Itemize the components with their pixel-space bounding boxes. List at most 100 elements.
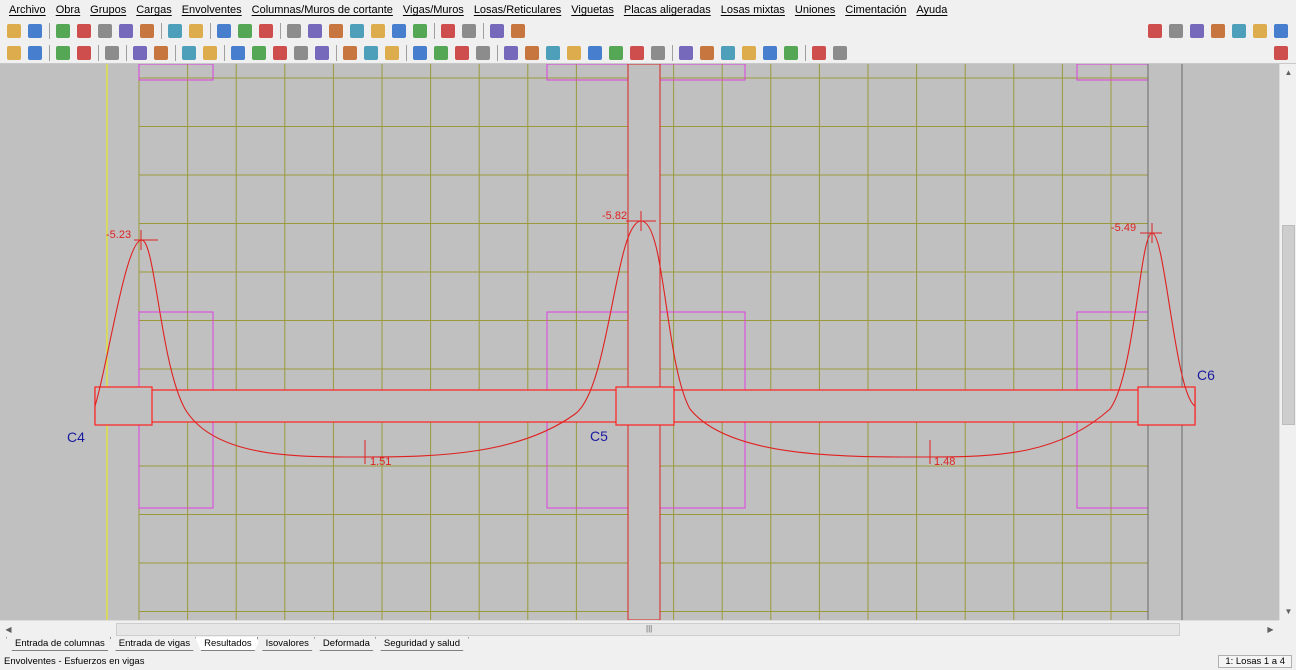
footing-4-icon[interactable] (739, 43, 759, 63)
beam-rebar-6-icon[interactable] (606, 43, 626, 63)
grid-rebar-icon[interactable] (473, 43, 493, 63)
beam-rebar-2-icon[interactable] (522, 43, 542, 63)
column-c4[interactable] (94, 386, 153, 426)
table-icon[interactable] (116, 21, 136, 41)
tab-seguridad-y-salud[interactable]: Seguridad y salud (375, 637, 469, 651)
menu-item-uniones[interactable]: Uniones (790, 0, 840, 20)
beam-rebar-1-icon[interactable] (501, 43, 521, 63)
views-icon[interactable] (4, 43, 24, 63)
menu-item-viguetas[interactable]: Viguetas (566, 0, 619, 20)
column-c5[interactable] (615, 386, 675, 426)
moment-icon[interactable] (270, 43, 290, 63)
menu-item-archivo[interactable]: Archivo (4, 0, 51, 20)
menu-item-columnas-muros-de-cortante[interactable]: Columnas/Muros de cortante (247, 0, 398, 20)
scroll-right-arrow-icon[interactable]: ▶ (1262, 621, 1279, 638)
menu-item-cargas[interactable]: Cargas (131, 0, 176, 20)
tab-isovalores[interactable]: Isovalores (257, 637, 318, 651)
measure-icon[interactable] (459, 21, 479, 41)
zoom-in-icon[interactable] (326, 21, 346, 41)
redraw-icon[interactable] (410, 21, 430, 41)
menu-item-obra[interactable]: Obra (51, 0, 85, 20)
plan-icon[interactable] (382, 43, 402, 63)
stair-icon[interactable] (53, 43, 73, 63)
exit-icon[interactable] (1229, 21, 1249, 41)
menu-item-ayuda[interactable]: Ayuda (911, 0, 952, 20)
drawing-canvas[interactable]: -5.23 -5.82 -5.49 1.51 1.48 C4 C5 C6 (0, 64, 1279, 620)
vertical-scrollbar[interactable]: ▲ ▼ (1279, 64, 1296, 620)
select-icon[interactable] (74, 43, 94, 63)
vertical-scroll-thumb[interactable] (1282, 225, 1295, 425)
box-icon[interactable] (130, 43, 150, 63)
scroll-down-arrow-icon[interactable]: ▼ (1280, 603, 1296, 620)
menu-item-placas-aligeradas[interactable]: Placas aligeradas (619, 0, 716, 20)
footing-1-icon[interactable] (676, 43, 696, 63)
tab-entrada-de-columnas[interactable]: Entrada de columnas (6, 637, 114, 651)
plot-icon[interactable] (1271, 43, 1291, 63)
info-circle-icon[interactable] (312, 43, 332, 63)
beam-rebar-7-icon[interactable] (627, 43, 647, 63)
floor-down-icon[interactable] (256, 21, 276, 41)
zoom-window-icon[interactable] (284, 21, 304, 41)
diagram-icon[interactable] (228, 43, 248, 63)
undo-icon[interactable] (165, 21, 185, 41)
axis-icon[interactable] (508, 21, 528, 41)
zoom-all-icon[interactable] (305, 21, 325, 41)
menu-item-vigas-muros[interactable]: Vigas/Muros (398, 0, 469, 20)
layers-icon[interactable] (438, 21, 458, 41)
horizontal-scrollbar[interactable]: ◀ ||| ▶ (0, 620, 1279, 637)
beam-rebar-3-icon[interactable] (543, 43, 563, 63)
beam-rebar-4-icon[interactable] (564, 43, 584, 63)
beam-rebar-8-icon[interactable] (648, 43, 668, 63)
footing-3-icon[interactable] (718, 43, 738, 63)
3d-view-icon[interactable] (25, 43, 45, 63)
load-icon[interactable] (200, 43, 220, 63)
info-icon[interactable] (102, 43, 122, 63)
footing-5-icon[interactable] (760, 43, 780, 63)
column-icon[interactable] (53, 21, 73, 41)
scroll-left-arrow-icon[interactable]: ◀ (0, 621, 17, 638)
error-icon[interactable] (340, 43, 360, 63)
help-icon[interactable] (1145, 21, 1165, 41)
update-icon[interactable] (1208, 21, 1228, 41)
edit-icon[interactable] (179, 43, 199, 63)
beam-rebar-5-icon[interactable] (585, 43, 605, 63)
tab-entrada-de-vigas[interactable]: Entrada de vigas (110, 637, 199, 651)
open-icon[interactable] (4, 21, 24, 41)
menu-item-cimentaci-n[interactable]: Cimentación (840, 0, 911, 20)
mesh-icon[interactable] (452, 43, 472, 63)
floor-up-icon[interactable] (214, 21, 234, 41)
scroll-up-arrow-icon[interactable]: ▲ (1280, 64, 1296, 81)
floor-select-icon[interactable] (235, 21, 255, 41)
window-icon[interactable] (1250, 21, 1270, 41)
angle-icon[interactable] (487, 21, 507, 41)
slab-icon[interactable] (410, 43, 430, 63)
beam-icon[interactable] (74, 21, 94, 41)
zoom-previous-icon[interactable] (368, 21, 388, 41)
magnet-icon[interactable] (137, 21, 157, 41)
column-label-c4[interactable]: C4 (67, 429, 85, 445)
tab-deformada[interactable]: Deformada (314, 637, 379, 651)
flag-icon[interactable] (830, 43, 850, 63)
envelope-icon[interactable] (249, 43, 269, 63)
column-label-c6[interactable]: C6 (1197, 367, 1215, 383)
menu-item-envolventes[interactable]: Envolventes (177, 0, 247, 20)
menu-item-losas-mixtas[interactable]: Losas mixtas (716, 0, 790, 20)
report-icon[interactable] (361, 43, 381, 63)
column-c6[interactable] (1137, 386, 1196, 426)
column-label-c5[interactable]: C5 (590, 428, 608, 444)
redo-icon[interactable] (186, 21, 206, 41)
menu-item-losas-reticulares[interactable]: Losas/Reticulares (469, 0, 566, 20)
plan-view[interactable]: -5.23 -5.82 -5.49 1.51 1.48 C4 C5 C6 (0, 64, 1279, 620)
footing-6-icon[interactable] (781, 43, 801, 63)
pan-icon[interactable] (389, 21, 409, 41)
footing-2-icon[interactable] (697, 43, 717, 63)
grid-icon[interactable] (95, 21, 115, 41)
tab-resultados[interactable]: Resultados (195, 637, 261, 651)
print-icon[interactable] (809, 43, 829, 63)
menu-item-grupos[interactable]: Grupos (85, 0, 131, 20)
cube-icon[interactable] (151, 43, 171, 63)
shear-icon[interactable] (291, 43, 311, 63)
zoom-out-icon[interactable] (347, 21, 367, 41)
cd-icon[interactable] (1187, 21, 1207, 41)
save-icon[interactable] (25, 21, 45, 41)
